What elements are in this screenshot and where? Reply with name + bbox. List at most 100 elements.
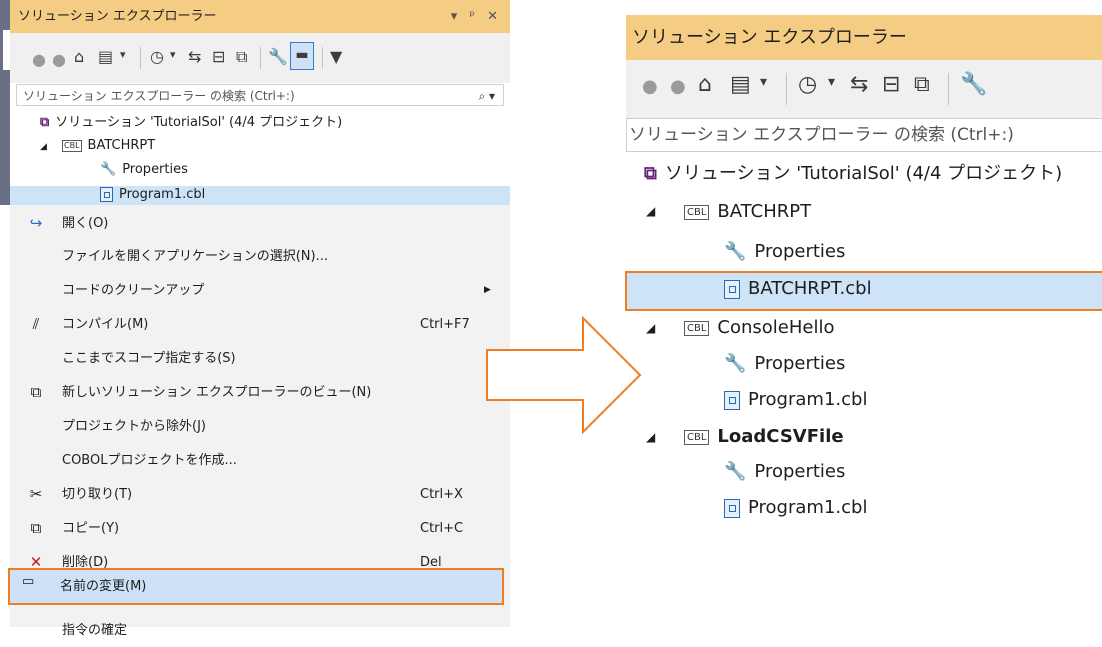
tree-item-solution[interactable]: ⧉ ソリューション 'TutorialSol' (4/4 プロジェクト) — [40, 112, 342, 134]
collapse-all-icon[interactable]: ⊟ — [212, 47, 225, 66]
expand-triangle-icon[interactable]: ◢ — [646, 430, 655, 444]
open-arrow-icon: ↪ — [29, 214, 43, 232]
menu-item-scope-to-this[interactable]: ここまでスコープ指定する(S) — [10, 342, 510, 375]
tree-item-properties[interactable]: 🔧 Properties — [724, 346, 845, 382]
new-view-icon: ⧉ — [30, 383, 42, 401]
chevron-down-icon[interactable]: ▾ — [760, 74, 767, 90]
tree-item-label: BATCHRPT.cbl — [748, 278, 872, 299]
sync-icon[interactable]: ⇆ — [188, 47, 201, 66]
home-icon[interactable]: ⌂ — [698, 72, 712, 97]
tree-item-label: LoadCSVFile — [717, 426, 844, 447]
search-icon[interactable]: ⌕ ▾ — [478, 85, 495, 107]
filter-icon[interactable]: ▼ — [330, 47, 342, 66]
tree-item-file[interactable]: Program1.cbl — [724, 490, 867, 526]
menu-item-label: コピー(Y) — [62, 521, 120, 536]
tree-item-solution[interactable]: ⧉ ソリューション 'TutorialSol' (4/4 プロジェクト) — [644, 156, 1062, 192]
search-placeholder: ソリューション エクスプローラー の検索 (Ctrl+:) — [629, 125, 1014, 145]
tree-item-properties[interactable]: 🔧 Properties — [100, 159, 188, 181]
dropdown-icon[interactable]: ▾ — [451, 9, 462, 24]
menu-item-directives[interactable]: 指令の確定 — [10, 614, 510, 647]
show-all-files-icon[interactable]: ⧉ — [236, 47, 247, 67]
menu-item-cut[interactable]: ✂ 切り取り(T) Ctrl+X — [10, 478, 510, 511]
tree-item-label: BATCHRPT — [717, 201, 812, 222]
home-icon[interactable]: ⌂ — [74, 47, 84, 66]
menu-item-label: 開く(O) — [62, 216, 109, 231]
sync-icon[interactable]: ⇆ — [850, 72, 868, 97]
back-icon[interactable]: ● — [642, 76, 658, 97]
expand-triangle-icon[interactable]: ◢ — [40, 142, 47, 152]
forward-icon[interactable]: ● — [670, 76, 686, 97]
menu-item-open-with[interactable]: ファイルを開くアプリケーションの選択(N)... — [10, 240, 510, 273]
solution-explorer-toolbar-right: ● ● ⌂ ▤ ▾ ◷ ▾ ⇆ ⊟ ⧉ 🔧 — [626, 60, 1102, 118]
tree-item-file-selected[interactable]: BATCHRPT.cbl — [724, 271, 872, 307]
submenu-arrow-icon: ▶ — [484, 285, 491, 295]
properties-wrench-icon[interactable]: 🔧 — [960, 72, 987, 97]
tree-item-project[interactable]: CBL BATCHRPT — [684, 194, 811, 230]
expand-triangle-icon[interactable]: ◢ — [646, 321, 655, 335]
panel-title: ソリューション エクスプローラー — [632, 27, 907, 48]
tree-item-label: Program1.cbl — [119, 187, 206, 202]
menu-item-label: COBOLプロジェクトを作成... — [62, 453, 237, 468]
collapse-all-icon[interactable]: ⊟ — [882, 72, 900, 97]
window-edge — [0, 0, 10, 205]
menu-item-rename[interactable]: ▭ 名前の変更(M) — [8, 568, 504, 605]
chevron-down-icon[interactable]: ▾ — [170, 48, 176, 61]
context-menu: ↪ 開く(O) ファイルを開くアプリケーションの選択(N)... コードのクリー… — [10, 205, 510, 638]
switch-views-icon[interactable]: ▤ — [730, 72, 751, 97]
menu-item-compile[interactable]: ⫽ コンパイル(M) Ctrl+F7 — [10, 308, 510, 341]
preview-selected-icon[interactable]: ▬ — [290, 42, 314, 70]
menu-item-shortcut: Ctrl+F7 — [420, 317, 470, 332]
tree-item-label: ソリューション 'TutorialSol' (4/4 プロジェクト) — [664, 163, 1063, 184]
pending-changes-icon[interactable]: ◷ — [150, 47, 164, 66]
tree-item-label: Program1.cbl — [748, 389, 868, 410]
properties-wrench-icon[interactable]: 🔧 — [268, 47, 288, 66]
menu-item-label: ファイルを開くアプリケーションの選択(N)... — [62, 249, 329, 264]
menu-item-exclude[interactable]: プロジェクトから除外(J) — [10, 410, 510, 443]
solution-icon: ⧉ — [644, 163, 657, 184]
pin-icon[interactable]: ᵖ — [469, 9, 479, 24]
menu-item-label: 指令の確定 — [62, 623, 128, 638]
search-placeholder: ソリューション エクスプローラー の検索 (Ctrl+:) — [23, 89, 295, 103]
pending-changes-icon[interactable]: ◷ — [798, 72, 817, 97]
chevron-down-icon[interactable]: ▾ — [120, 48, 126, 61]
tree-item-label: Properties — [754, 461, 846, 482]
wrench-icon: 🔧 — [724, 461, 747, 482]
solution-tree-right: ⧉ ソリューション 'TutorialSol' (4/4 プロジェクト) ◢ CB… — [626, 152, 1102, 530]
close-icon[interactable]: ✕ — [487, 9, 502, 24]
solution-icon: ⧉ — [40, 115, 50, 130]
menu-item-label: コードのクリーンアップ — [62, 283, 205, 298]
tree-item-label: Properties — [754, 241, 846, 262]
menu-item-create-cobol-project[interactable]: COBOLプロジェクトを作成... — [10, 444, 510, 477]
search-input-right[interactable]: ソリューション エクスプローラー の検索 (Ctrl+:) — [626, 118, 1102, 152]
tree-item-properties[interactable]: 🔧 Properties — [724, 454, 845, 490]
menu-item-label: プロジェクトから除外(J) — [62, 419, 206, 434]
back-icon[interactable]: ● — [32, 50, 46, 69]
menu-item-code-cleanup[interactable]: コードのクリーンアップ ▶ — [10, 274, 510, 307]
tree-item-file[interactable]: Program1.cbl — [100, 184, 205, 206]
tree-item-label: Properties — [122, 162, 188, 177]
menu-item-new-view[interactable]: ⧉ 新しいソリューション エクスプローラーのビュー(N) — [10, 376, 510, 409]
wrench-icon: 🔧 — [724, 241, 747, 262]
chevron-down-icon[interactable]: ▾ — [828, 74, 835, 90]
expand-triangle-icon[interactable]: ◢ — [646, 204, 655, 218]
solution-explorer-title-bar-right: ソリューション エクスプローラー — [626, 15, 1102, 60]
forward-icon[interactable]: ● — [52, 50, 66, 69]
tree-item-project-startup[interactable]: CBL LoadCSVFile — [684, 419, 844, 455]
tree-item-label: BATCHRPT — [87, 138, 156, 153]
menu-item-copy[interactable]: ⧉ コピー(Y) Ctrl+C — [10, 512, 510, 545]
tree-item-file[interactable]: Program1.cbl — [724, 382, 867, 418]
cobol-file-icon — [100, 187, 113, 202]
tree-item-project[interactable]: CBL ConsoleHello — [684, 310, 835, 346]
menu-item-shortcut: Ctrl+C — [420, 521, 464, 536]
show-all-files-icon[interactable]: ⧉ — [914, 72, 930, 97]
cbl-project-icon: CBL — [684, 320, 710, 336]
cut-icon: ✂ — [29, 485, 43, 503]
search-input[interactable]: ソリューション エクスプローラー の検索 (Ctrl+:) ⌕ ▾ — [16, 84, 504, 106]
cobol-file-icon — [724, 498, 740, 518]
menu-item-open[interactable]: ↪ 開く(O) — [10, 207, 510, 240]
panel-window-controls[interactable]: ▾ ᵖ ✕ — [451, 0, 502, 33]
tree-item-properties[interactable]: 🔧 Properties — [724, 234, 845, 270]
tree-item-project[interactable]: CBL BATCHRPT — [62, 135, 155, 157]
switch-views-icon[interactable]: ▤ — [98, 47, 113, 66]
right-arrow-icon — [486, 315, 642, 435]
